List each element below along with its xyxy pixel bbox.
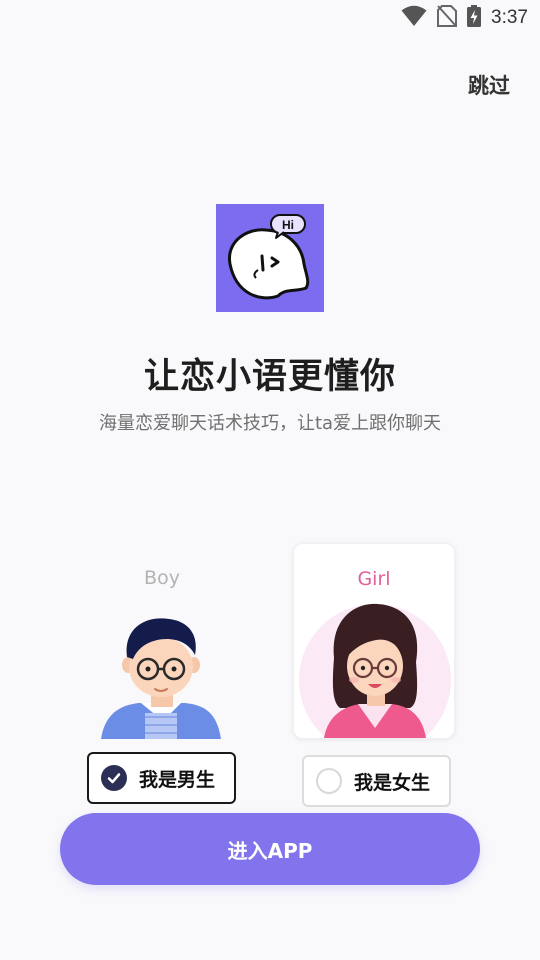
skip-button[interactable]: 跳过 <box>468 70 510 100</box>
radio-circle-icon[interactable] <box>316 768 342 794</box>
boy-option-label: 我是男生 <box>139 768 216 791</box>
status-icons: 3:37 <box>401 5 528 31</box>
logo-bubble-text: Hi <box>282 218 294 232</box>
check-circle-icon[interactable] <box>101 765 127 791</box>
girl-option-label: 我是女生 <box>354 771 431 794</box>
status-bar: 3:37 <box>0 0 540 36</box>
page-subtitle: 海量恋爱聊天话术技巧，让ta爱上跟你聊天 <box>98 413 442 434</box>
enter-app-button[interactable]: 进入APP <box>60 813 480 885</box>
wifi-icon <box>401 5 427 31</box>
no-sim-icon <box>437 5 458 31</box>
girl-option[interactable]: 我是女生 <box>302 755 451 807</box>
boy-option[interactable]: 我是男生 <box>87 752 236 804</box>
girl-card-label: Girl <box>357 568 391 590</box>
girl-illustration-icon <box>299 603 451 738</box>
boy-card-label: Boy <box>144 567 180 589</box>
battery-charging-icon <box>467 5 482 31</box>
app-logo: Hi <box>216 204 324 312</box>
page-title: 让恋小语更懂你 <box>143 357 396 397</box>
boy-illustration-icon <box>101 618 221 739</box>
status-time: 3:37 <box>491 7 528 28</box>
girl-card[interactable]: Girl <box>293 543 455 739</box>
boy-card[interactable]: Boy <box>81 543 243 739</box>
